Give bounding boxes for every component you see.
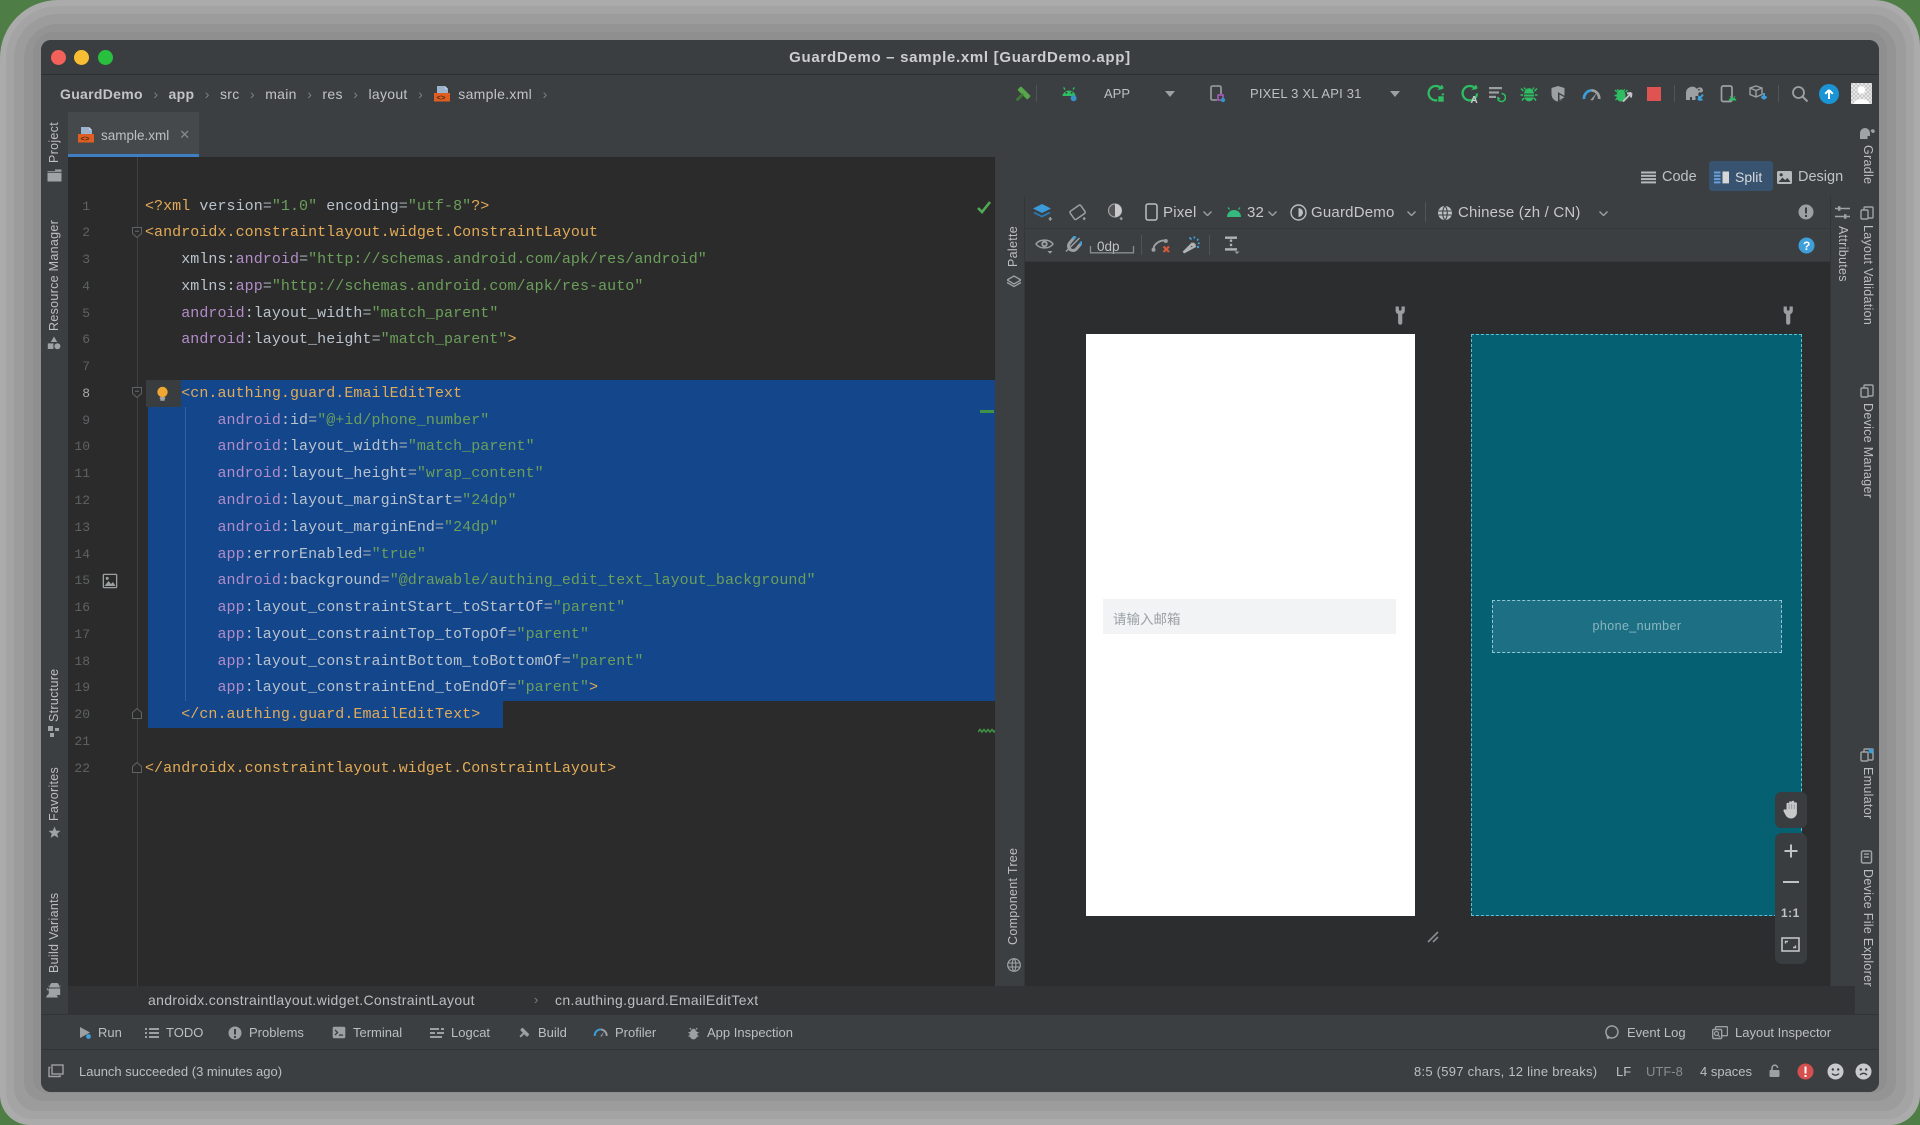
svg-text:A: A xyxy=(1471,95,1478,103)
svg-text:?: ? xyxy=(1803,239,1810,253)
svg-text:<>: <> xyxy=(81,136,91,144)
svg-text:<>: <> xyxy=(437,95,447,103)
